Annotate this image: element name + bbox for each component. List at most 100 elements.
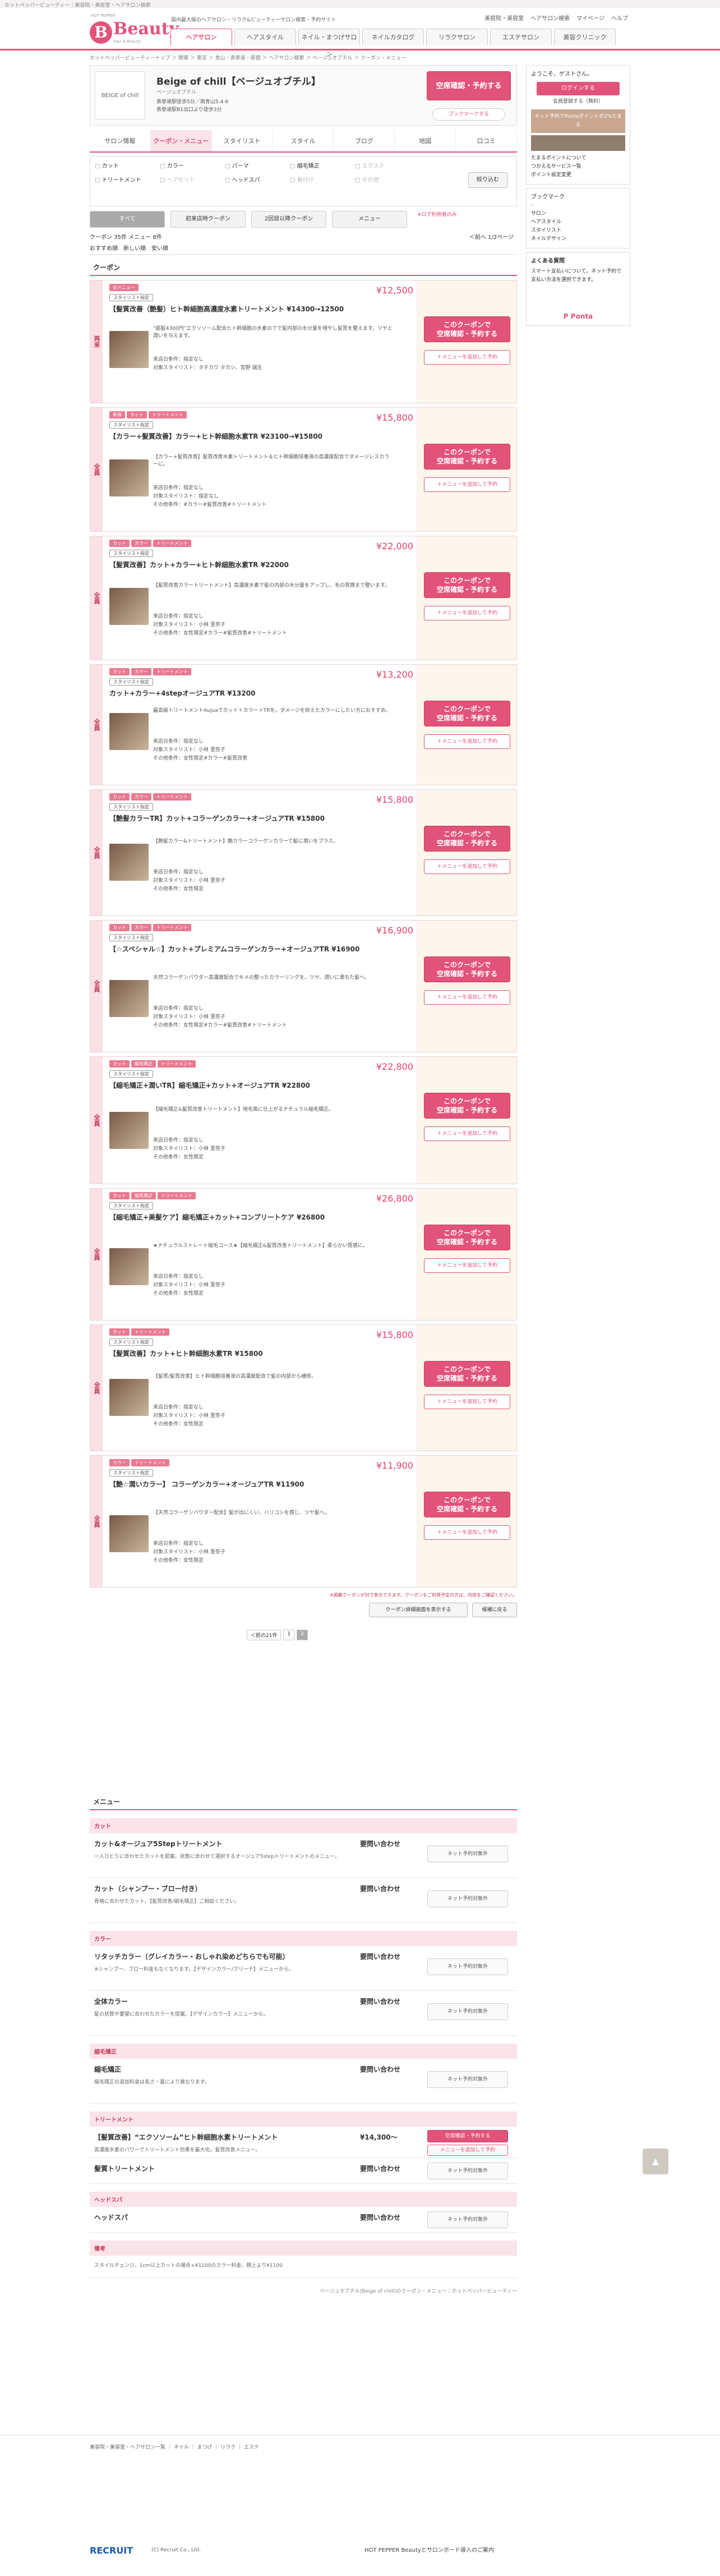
tab-style[interactable]: スタイル [273, 130, 334, 151]
coupon-reserve-button[interactable]: このクーポンで 空席確認・予約する [424, 1492, 510, 1517]
point-link[interactable]: たまるポイントについて [531, 154, 625, 163]
filter-submit-button[interactable]: 絞り込む [468, 172, 507, 188]
stylist-badge: スタイリスト指定 [109, 803, 153, 811]
filter-checkbox[interactable]: ヘッドスパ [225, 175, 290, 183]
ponta-banner-2[interactable] [531, 135, 625, 151]
coupon-title[interactable]: カット+カラー+4stepオージュアTR ¥13200 [109, 689, 401, 698]
site-logo[interactable]: HOT PEPPER B Beauty Hair & Beauty [90, 12, 179, 48]
tab-stylist[interactable]: スタイリスト [212, 130, 273, 151]
tab-map[interactable]: 地図 [395, 130, 456, 151]
pager-prev[interactable]: ＜前の21件 [247, 1630, 281, 1640]
filter-checkbox[interactable]: 着付け [290, 175, 355, 183]
menu-category: ヘッドスパ [90, 2192, 517, 2207]
filter-checkbox[interactable]: トリートメント [95, 175, 160, 183]
bookmark-item[interactable]: ネイルデザイン [531, 235, 625, 243]
header-link[interactable]: ヘルプ [611, 13, 628, 22]
gnav-style[interactable]: ヘアスタイル [234, 29, 296, 45]
coupon-reserve-button[interactable]: このクーポンで 空席確認・予約する [424, 956, 510, 982]
coupon-title[interactable]: 【髪質改善（艶髪）ヒト幹細胞高濃度水素トリートメント ¥14300→12500 [109, 305, 401, 314]
paging-text[interactable]: ＜前へ 1/2ページ [469, 232, 514, 241]
coupon-reserve-button[interactable]: このクーポンで 空席確認・予約する [424, 826, 510, 852]
coupon-tag: カット [109, 1060, 130, 1068]
menu-reserve-button[interactable]: 空席確認・予約する [427, 2130, 508, 2142]
coupon-title[interactable]: 【☆スペシャル☆】カット+プレミアムコラーゲンカラー+オージュアTR ¥1690… [109, 945, 401, 954]
coupon-menu-button[interactable]: メニュー [332, 211, 407, 228]
coupon-reserve-button[interactable]: このクーポンで 空席確認・予約する [424, 701, 510, 726]
menu-row: リタッチカラー（グレイカラー・おしゃれ染めどちらでも可能） 要問い合わせ ※シャ… [90, 1946, 517, 1991]
footer-right[interactable]: HOT PEPPER Beautyとサロンボード導入のご案内 [364, 2545, 494, 2554]
tab-coupon-menu[interactable]: クーポン・メニュー [150, 130, 212, 151]
add-menu-button[interactable]: ＋メニューを追加して予約 [424, 350, 510, 365]
bookmark-item[interactable]: ヘアスタイル [531, 218, 625, 227]
faq-text[interactable]: スマート支払いについて。ネット予約で支払い方法を選択できます。 [531, 268, 625, 312]
coupon-reserve-button[interactable]: このクーポンで 空席確認・予約する [424, 1093, 510, 1119]
add-menu-button[interactable]: ＋メニューを追加して予約 [424, 990, 510, 1005]
coupon-detail-button[interactable]: クーポン詳細画面を表示する [369, 1603, 468, 1617]
tab-blog[interactable]: ブログ [334, 130, 395, 151]
page-top-button[interactable]: ▲ [643, 2149, 668, 2174]
filter-checkbox[interactable]: 縮毛矯正 [290, 161, 355, 169]
coupon-title[interactable]: 【艶☆潤いカラー】 コラーゲンカラー+オージュアTR ¥11900 [109, 1480, 401, 1489]
filter-checkbox[interactable]: カラー [160, 161, 225, 169]
bookmark-item[interactable]: サロン [531, 210, 625, 218]
coupon-type-label: 全員 [90, 1057, 103, 1184]
header-link[interactable]: ヘアサロン検索 [530, 13, 570, 22]
back-button[interactable]: 候補に戻る [472, 1603, 517, 1617]
coupon-reserve-button[interactable]: このクーポンで 空席確認・予約する [424, 316, 510, 342]
gnav-hair[interactable]: ヘアサロン [170, 29, 232, 45]
pager-page[interactable]: 1 [283, 1630, 295, 1640]
add-menu-button[interactable]: ＋メニューを追加して予約 [424, 1395, 510, 1409]
coupon-first-button[interactable]: 初来店時クーポン [170, 211, 246, 228]
stylist-badge: スタイリスト指定 [109, 934, 153, 941]
coupon-photo [109, 1515, 149, 1552]
coupon-desc: ★ナチュラルストレート縮毛コース★【縮毛矯正&髪質改善トリートメント】柔らかい質… [153, 1243, 368, 1249]
header-link[interactable]: 美容院・美容室 [484, 13, 524, 22]
bookmark-item[interactable]: スタイリスト [531, 227, 625, 235]
sort-bar[interactable]: おすすめ順 新しい順 安い順 [90, 243, 517, 255]
filter-checkbox[interactable]: エクステ [355, 161, 420, 169]
coupon-photo [109, 588, 149, 625]
coupon-title[interactable]: 【カラー+髪質改善】カラー+ヒト幹細胞水素TR ¥23100→¥15800 [109, 432, 401, 441]
filter-checkbox[interactable]: カット [95, 161, 160, 169]
gnav-nail-catalog[interactable]: ネイルカタログ [362, 29, 424, 45]
point-link[interactable]: つかえるサービス一覧 [531, 163, 625, 171]
add-menu-button[interactable]: ＋メニューを追加して予約 [424, 859, 510, 874]
tab-salon-info[interactable]: サロン情報 [90, 130, 151, 151]
bookmark-button[interactable]: ブックマークする [432, 108, 505, 121]
menu-add-button[interactable]: メニューを追加して予約 [427, 2145, 508, 2156]
coupon-desc: 【髪質改善カラートリートメント】高濃度水素で髪の内部の水分量をアップし、毛の質感… [153, 583, 390, 588]
header-link[interactable]: マイページ [576, 13, 604, 22]
coupon-title[interactable]: 【縮毛矯正+美髪ケア】縮毛矯正+カット+コンプリートケア ¥26800 [109, 1213, 401, 1222]
coupon-title[interactable]: 【縮毛矯正+潤いTR】縮毛矯正+カット+オージュアTR ¥22800 [109, 1081, 401, 1091]
coupon-reserve-button[interactable]: このクーポンで 空席確認・予約する [424, 444, 510, 470]
gnav-esthe[interactable]: エステサロン [490, 29, 552, 45]
add-menu-button[interactable]: ＋メニューを追加して予約 [424, 477, 510, 492]
filter-checkbox[interactable]: ヘアセット [160, 175, 225, 183]
pager-page[interactable]: 2 [297, 1630, 308, 1640]
login-button[interactable]: ログインする [537, 82, 620, 95]
add-menu-button[interactable]: ＋メニューを追加して予約 [424, 1126, 510, 1141]
reserve-button[interactable]: 空席確認・予約する [427, 71, 511, 100]
gnav-nail[interactable]: ネイル・まつげサロン [298, 29, 360, 58]
coupon-title[interactable]: 【髪質改善】カット+カラー+ヒト幹細胞水素TR ¥22000 [109, 560, 401, 570]
add-menu-button[interactable]: ＋メニューを追加して予約 [424, 1525, 510, 1540]
coupon-title[interactable]: 【艶髪カラーTR】カット+コラーゲンカラー+オージュアTR ¥15800 [109, 814, 401, 824]
filter-checkbox[interactable]: その他 [355, 175, 420, 183]
gnav-relax[interactable]: リラクサロン [426, 29, 488, 45]
point-link[interactable]: ポイント設定変更 [531, 171, 625, 180]
footer-links[interactable]: 美容院・美容室・ヘアサロン一覧 ｜ ネイル ｜ まつげ ｜ リラク ｜ エステ [90, 2443, 628, 2450]
gnav-clinic[interactable]: 美容クリニック [554, 29, 616, 45]
coupon-reserve-button[interactable]: このクーポンで 空席確認・予約する [424, 1225, 510, 1250]
add-menu-button[interactable]: ＋メニューを追加して予約 [424, 606, 510, 620]
add-menu-button[interactable]: ＋メニューを追加して予約 [424, 1258, 510, 1273]
coupon-all-button[interactable]: すべて [90, 211, 165, 228]
tab-review[interactable]: 口コミ [456, 130, 518, 151]
add-menu-button[interactable]: ＋メニューを追加して予約 [424, 734, 510, 749]
filter-checkbox[interactable]: パーマ [225, 161, 290, 169]
coupon-title[interactable]: 【髪質改善】カット+ヒト幹細胞水素TR ¥15800 [109, 1349, 401, 1359]
coupon-repeat-button[interactable]: 2回目以降クーポン [251, 211, 326, 228]
register-link[interactable]: 会員登録する（無料） [531, 98, 625, 106]
coupon-reserve-button[interactable]: このクーポンで 空席確認・予約する [424, 1361, 510, 1387]
ponta-banner[interactable]: ネット予約でPontaポイントが2%たまる [531, 109, 625, 133]
coupon-reserve-button[interactable]: このクーポンで 空席確認・予約する [424, 572, 510, 598]
